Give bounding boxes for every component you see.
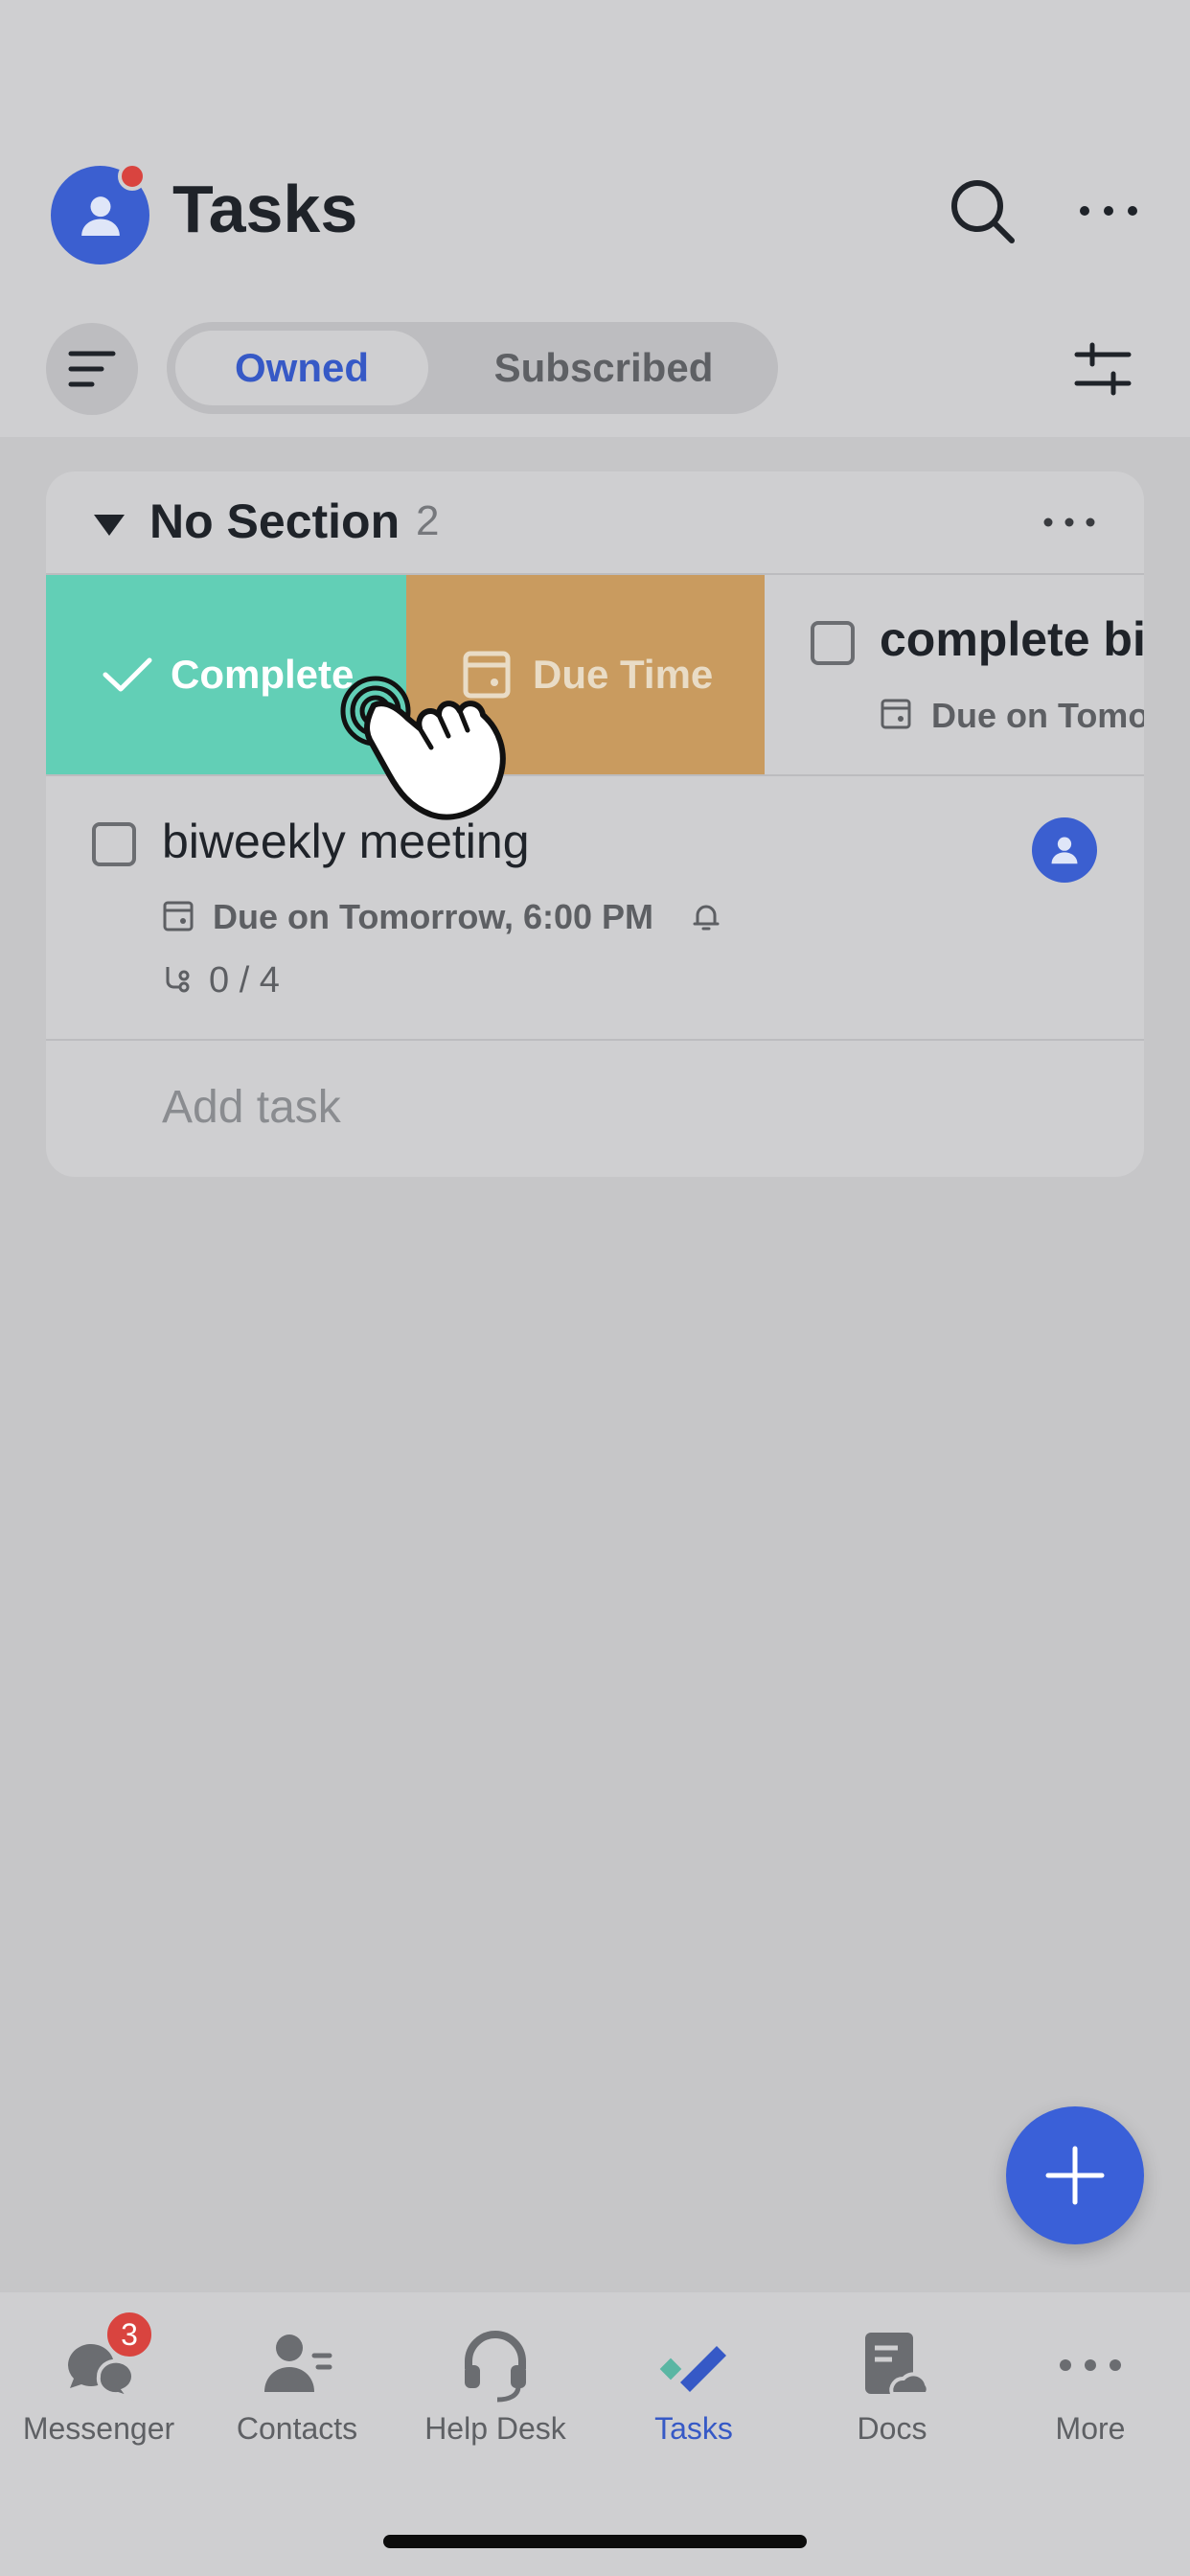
person-icon bbox=[1051, 837, 1078, 864]
task-checkbox[interactable] bbox=[92, 822, 136, 866]
nav-item-contacts[interactable]: Contacts bbox=[198, 2327, 396, 2471]
headset-icon bbox=[465, 2331, 526, 2403]
more-options-icon[interactable] bbox=[1075, 192, 1142, 230]
calendar-icon bbox=[881, 699, 911, 729]
subtask-count: 0 / 4 bbox=[209, 960, 280, 1000]
divider bbox=[46, 1039, 1144, 1041]
checkmark-icon bbox=[103, 657, 152, 692]
task-title: complete biweekly meeting bbox=[880, 612, 1144, 666]
section-title: No Section bbox=[149, 494, 400, 548]
nav-item-messenger[interactable]: Messenger bbox=[0, 2327, 197, 2471]
collapse-caret-icon[interactable] bbox=[92, 511, 126, 540]
nav-label: Tasks bbox=[654, 2411, 733, 2446]
person-icon bbox=[80, 196, 120, 236]
task-due: Due on Tomorrow bbox=[931, 696, 1144, 735]
nav-label: More bbox=[1055, 2411, 1126, 2446]
home-indicator bbox=[383, 2535, 807, 2548]
filter-icon[interactable] bbox=[1071, 337, 1134, 401]
calendar-icon bbox=[163, 901, 194, 932]
nav-label: Help Desk bbox=[424, 2411, 566, 2446]
sort-lines-icon bbox=[68, 351, 116, 387]
nav-label: Contacts bbox=[236, 2411, 358, 2446]
task-row-swiped[interactable]: complete biweekly meeting Due on Tomorro… bbox=[765, 575, 1144, 774]
complete-label: Complete bbox=[171, 652, 355, 697]
sort-button[interactable] bbox=[46, 323, 138, 415]
nav-item-docs[interactable]: Docs bbox=[793, 2327, 991, 2471]
search-icon[interactable] bbox=[947, 175, 1018, 246]
section-count: 2 bbox=[416, 497, 440, 544]
tab-subscribed[interactable]: Subscribed bbox=[441, 331, 767, 405]
task-due: Due on Tomorrow, 6:00 PM bbox=[213, 897, 654, 936]
add-task-button[interactable]: Add task bbox=[162, 1081, 341, 1134]
section-more-icon[interactable] bbox=[1041, 508, 1098, 537]
messenger-unread-badge: 3 bbox=[104, 2310, 154, 2359]
tasks-check-icon bbox=[659, 2346, 726, 2392]
add-task-fab[interactable] bbox=[1006, 2106, 1144, 2244]
tap-gesture-hand-icon bbox=[340, 676, 506, 820]
task-checkbox[interactable] bbox=[811, 621, 855, 665]
nav-item-more[interactable]: More bbox=[992, 2327, 1189, 2471]
subtask-icon bbox=[166, 967, 190, 993]
tab-owned[interactable]: Owned bbox=[175, 331, 428, 405]
notification-dot bbox=[118, 162, 147, 191]
more-dots-icon bbox=[1060, 2359, 1121, 2371]
page-title: Tasks bbox=[172, 172, 358, 246]
contacts-icon bbox=[264, 2334, 332, 2392]
bell-icon bbox=[693, 905, 720, 931]
due-time-label: Due Time bbox=[533, 652, 714, 697]
plus-icon bbox=[1045, 2146, 1105, 2205]
nav-item-help-desk[interactable]: Help Desk bbox=[397, 2327, 594, 2471]
docs-icon bbox=[865, 2333, 930, 2396]
nav-item-tasks[interactable]: Tasks bbox=[595, 2327, 792, 2471]
nav-label: Messenger bbox=[22, 2411, 175, 2446]
nav-label: Docs bbox=[857, 2411, 927, 2446]
assignee-avatar[interactable] bbox=[1032, 817, 1097, 883]
